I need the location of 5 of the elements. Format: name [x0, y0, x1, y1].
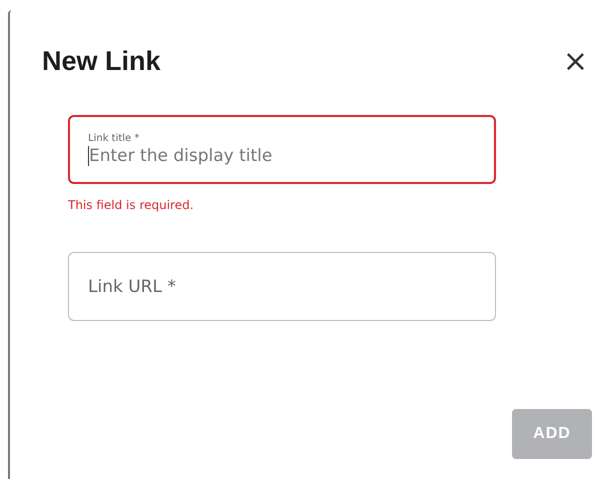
text-field[interactable]: Link URL *: [68, 252, 496, 321]
dialog-title: New Link: [42, 46, 161, 77]
close-button[interactable]: ×: [558, 46, 592, 76]
text-field[interactable]: Link title * Enter the display title: [68, 115, 496, 184]
error-message: This field is required.: [68, 198, 195, 212]
